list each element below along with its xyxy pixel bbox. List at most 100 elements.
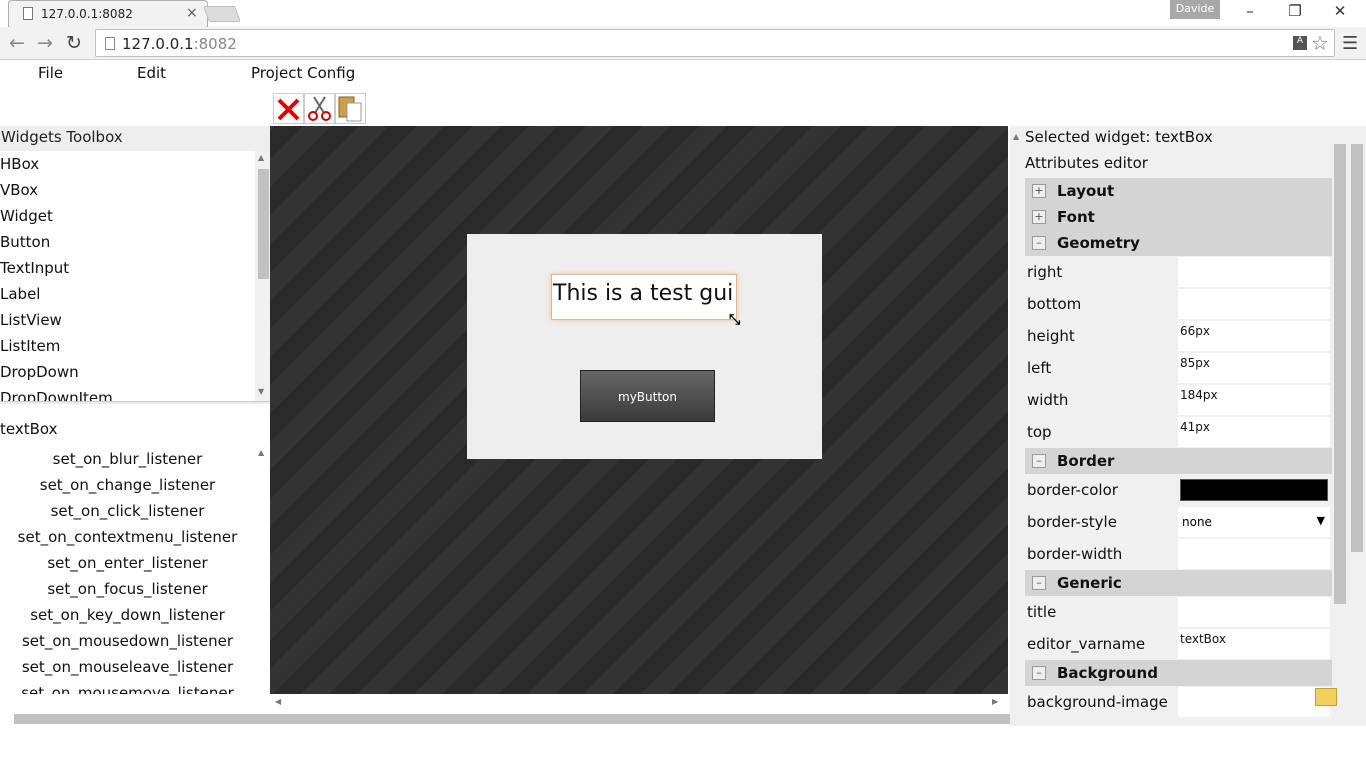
attr-input-border-width[interactable] — [1178, 539, 1330, 569]
close-window-button[interactable]: ✕ — [1320, 2, 1360, 24]
attr-row-top: top 41px — [1025, 416, 1332, 448]
listener-item[interactable]: set_on_click_listener — [0, 498, 255, 524]
attr-scroll-up-icon[interactable]: ▲ — [1013, 132, 1019, 141]
group-layout[interactable]: + Layout — [1025, 178, 1332, 204]
tab-title: 127.0.0.1:8082 — [41, 7, 133, 21]
menu-edit[interactable]: Edit — [137, 64, 166, 82]
cut-button[interactable] — [304, 93, 335, 124]
border-style-select[interactable]: none ▼ — [1178, 507, 1330, 537]
listener-item[interactable]: set_on_mousedown_listener — [0, 628, 255, 654]
toolbox-item-vbox[interactable]: VBox — [0, 177, 270, 203]
attr-row-border-color: border-color — [1025, 474, 1332, 506]
page-vertical-scrollbar[interactable] — [1348, 126, 1366, 726]
listener-item[interactable]: set_on_focus_listener — [0, 576, 255, 602]
collapse-minus-icon[interactable]: – — [1032, 236, 1046, 250]
scroll-left-arrow-icon[interactable]: ◀ — [275, 697, 281, 706]
toolbox-item-dropdown[interactable]: DropDown — [0, 359, 270, 385]
design-container-widget[interactable]: This is a test gui ⤡ myButton — [467, 234, 822, 459]
page-icon — [23, 7, 33, 20]
reload-icon[interactable]: ↻ — [63, 33, 85, 55]
bookmark-star-icon[interactable]: ☆ — [1311, 31, 1329, 55]
menu-file[interactable]: File — [38, 64, 63, 82]
panel-divider — [0, 401, 270, 404]
listener-item[interactable]: set_on_mouseleave_listener — [0, 654, 255, 680]
listeners-scroll-up-icon[interactable]: ▲ — [258, 448, 264, 457]
attr-input-right[interactable] — [1178, 257, 1330, 287]
page-horizontal-scrollbar-thumb[interactable] — [14, 714, 1126, 724]
scrollbar-thumb[interactable] — [1334, 144, 1346, 604]
toolbox-scrollbar[interactable]: ▲ ▼ — [255, 151, 270, 401]
attr-row-border-style: border-style none ▼ — [1025, 506, 1332, 538]
minimize-button[interactable]: – — [1230, 2, 1270, 24]
scroll-right-arrow-icon[interactable]: ▶ — [992, 697, 998, 706]
scroll-down-arrow-icon[interactable]: ▼ — [258, 387, 264, 396]
attributes-list: + Layout + Font – Geometry right bottom hei… — [1025, 178, 1337, 718]
attr-input-bottom[interactable] — [1178, 289, 1330, 319]
textbox-widget[interactable]: This is a test gui — [551, 274, 737, 320]
group-border[interactable]: – Border — [1025, 448, 1332, 474]
attr-row-left: left 85px — [1025, 352, 1332, 384]
folder-icon[interactable] — [1315, 688, 1337, 706]
toolbox-item-label[interactable]: Label — [0, 281, 270, 307]
attr-input-left[interactable]: 85px — [1178, 353, 1330, 383]
paste-button[interactable] — [335, 93, 366, 124]
attr-row-height: height 66px — [1025, 320, 1332, 352]
toolbox-item-listitem[interactable]: ListItem — [0, 333, 270, 359]
group-font[interactable]: + Font — [1025, 204, 1332, 230]
toolbox-item-widget[interactable]: Widget — [0, 203, 270, 229]
toolbox-item-button[interactable]: Button — [0, 229, 270, 255]
new-tab-button[interactable] — [203, 6, 241, 22]
attributes-panel: ▲ Selected widget: textBox Attributes ed… — [1010, 126, 1366, 726]
attr-row-title: title — [1025, 596, 1332, 628]
attr-row-border-width: border-width — [1025, 538, 1332, 570]
resize-handle-icon[interactable]: ⤡ — [729, 312, 740, 328]
listener-item[interactable]: set_on_change_listener — [0, 472, 255, 498]
group-background[interactable]: – Background — [1025, 660, 1332, 686]
attr-row-right: right — [1025, 256, 1332, 288]
listener-item[interactable]: set_on_blur_listener — [0, 446, 255, 472]
attr-row-editor-varname: editor_varname textBox — [1025, 628, 1332, 660]
attr-input-width[interactable]: 184px — [1178, 385, 1330, 415]
profile-badge[interactable]: Davide — [1170, 0, 1220, 19]
border-color-picker[interactable] — [1180, 479, 1328, 501]
collapse-minus-icon[interactable]: – — [1032, 666, 1046, 680]
group-geometry[interactable]: – Geometry — [1025, 230, 1332, 256]
tab-close-icon[interactable]: × — [186, 5, 198, 21]
listener-item[interactable]: set_on_enter_listener — [0, 550, 255, 576]
widgets-toolbox-title: Widgets Toolbox — [0, 126, 270, 151]
scrollbar-thumb[interactable] — [1351, 144, 1363, 552]
my-button-widget[interactable]: myButton — [580, 370, 715, 422]
translate-icon[interactable]: A — [1293, 36, 1307, 50]
attributes-inner-scrollbar[interactable] — [1334, 126, 1346, 686]
design-canvas[interactable]: This is a test gui ⤡ myButton — [270, 126, 1008, 694]
delete-x-icon — [277, 98, 300, 121]
scroll-up-arrow-icon[interactable]: ▲ — [258, 153, 264, 162]
attr-input-title[interactable] — [1178, 597, 1330, 627]
browser-tab[interactable]: 127.0.0.1:8082 × — [8, 0, 208, 27]
attr-row-bottom: bottom — [1025, 288, 1332, 320]
attr-input-height[interactable]: 66px — [1178, 321, 1330, 351]
forward-arrow-icon[interactable]: → — [34, 33, 56, 55]
attr-input-top[interactable]: 41px — [1178, 417, 1330, 447]
attr-input-background-image[interactable] — [1178, 687, 1330, 717]
back-arrow-icon[interactable]: ← — [6, 33, 28, 55]
attr-input-editor-varname[interactable]: textBox — [1178, 629, 1330, 659]
expand-plus-icon[interactable]: + — [1032, 210, 1046, 224]
listener-item[interactable]: set_on_contextmenu_listener — [0, 524, 255, 550]
restore-button[interactable]: ❐ — [1275, 2, 1315, 24]
expand-plus-icon[interactable]: + — [1032, 184, 1046, 198]
toolbox-item-textinput[interactable]: TextInput — [0, 255, 270, 281]
delete-button[interactable] — [273, 93, 304, 124]
attributes-editor-title: Attributes editor — [1025, 154, 1148, 172]
collapse-minus-icon[interactable]: – — [1032, 576, 1046, 590]
group-generic[interactable]: – Generic — [1025, 570, 1332, 596]
menu-project-config[interactable]: Project Config — [251, 64, 355, 82]
toolbox-item-dropdownitem[interactable]: DropDownItem — [0, 385, 270, 401]
toolbox-item-hbox[interactable]: HBox — [0, 151, 270, 177]
toolbox-item-listview[interactable]: ListView — [0, 307, 270, 333]
collapse-minus-icon[interactable]: – — [1032, 454, 1046, 468]
address-bar[interactable]: 127.0.0.1:8082 A ☆ — [95, 29, 1335, 57]
listener-item[interactable]: set_on_key_down_listener — [0, 602, 255, 628]
scrollbar-thumb[interactable] — [258, 169, 269, 279]
browser-menu-icon[interactable]: ☰ — [1342, 33, 1358, 54]
